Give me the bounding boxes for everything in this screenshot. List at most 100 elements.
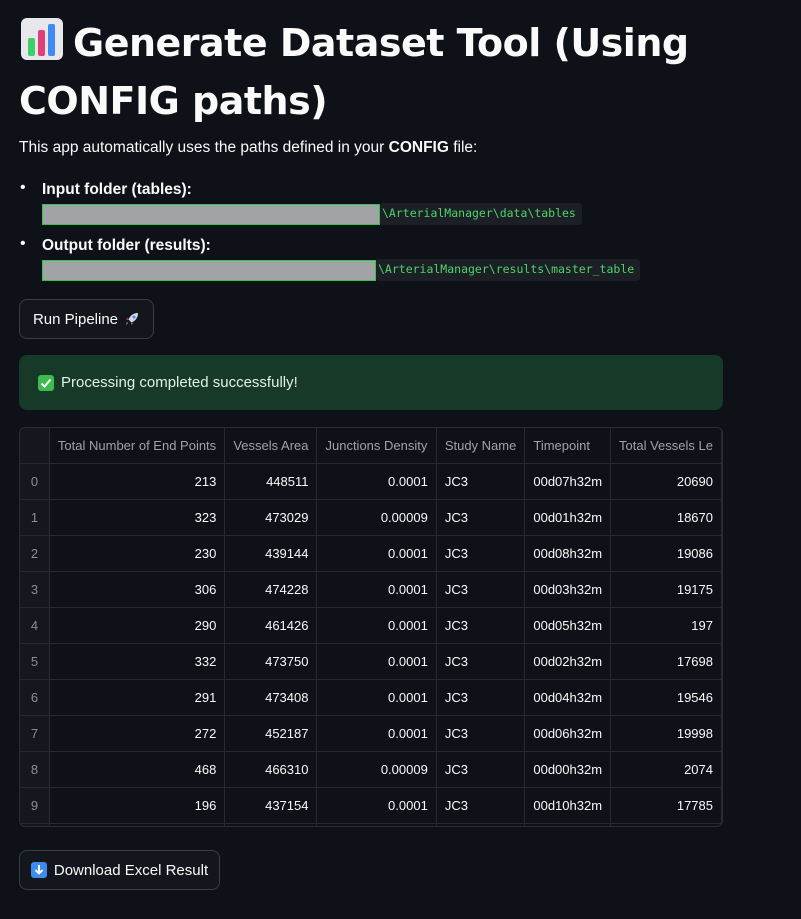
cell-end-points[interactable]: 468 bbox=[49, 751, 226, 788]
cell-vessels-area[interactable]: 473750 bbox=[224, 643, 318, 680]
cell-vessels-area[interactable]: 473408 bbox=[224, 679, 318, 716]
cell-total-vessels-length[interactable]: 19546 bbox=[610, 679, 722, 716]
row-index[interactable]: 7 bbox=[20, 715, 50, 752]
results-dataframe[interactable]: Total Number of End Points Vessels Area … bbox=[19, 427, 723, 827]
table-overflow-cell bbox=[524, 823, 612, 826]
cell-timepoint[interactable]: 00d07h32m bbox=[524, 463, 612, 500]
cell-junctions-density[interactable]: 0.0001 bbox=[316, 607, 437, 644]
cell-timepoint[interactable]: 00d02h32m bbox=[524, 643, 612, 680]
cell-timepoint[interactable]: 00d00h32m bbox=[524, 751, 612, 788]
cell-vessels-area[interactable]: 439144 bbox=[224, 535, 318, 572]
page-title-text: Generate Dataset Tool (Using CONFIG path… bbox=[19, 21, 689, 123]
cell-end-points[interactable]: 290 bbox=[49, 607, 226, 644]
column-header[interactable]: Study Name bbox=[436, 428, 526, 464]
run-pipeline-button[interactable]: Run Pipeline bbox=[19, 299, 154, 339]
row-index[interactable]: 3 bbox=[20, 571, 50, 608]
cell-total-vessels-length[interactable]: 18670 bbox=[610, 499, 722, 536]
table-header-row: Total Number of End Points Vessels Area … bbox=[20, 428, 722, 464]
column-header[interactable]: Vessels Area bbox=[224, 428, 318, 464]
intro-suffix: file: bbox=[448, 139, 478, 156]
row-index[interactable]: 9 bbox=[20, 787, 50, 824]
output-folder-path-text: \ArterialManager\results\master_table bbox=[376, 259, 641, 281]
cell-study-name[interactable]: JC3 bbox=[436, 571, 526, 608]
input-folder-path: \ArterialManager\data\tables bbox=[42, 203, 719, 225]
cell-end-points[interactable]: 291 bbox=[49, 679, 226, 716]
row-index[interactable]: 8 bbox=[20, 751, 50, 788]
table-row[interactable]: 8 468 466310 0.00009 JC3 00d00h32m 2074 bbox=[20, 751, 722, 788]
download-excel-label: Download Excel Result bbox=[53, 861, 209, 879]
cell-study-name[interactable]: JC3 bbox=[436, 499, 526, 536]
table-overflow-row bbox=[20, 823, 722, 826]
cell-junctions-density[interactable]: 0.0001 bbox=[316, 463, 437, 500]
cell-total-vessels-length[interactable]: 19998 bbox=[610, 715, 722, 752]
cell-junctions-density[interactable]: 0.0001 bbox=[316, 715, 437, 752]
table-overflow-cell bbox=[436, 823, 526, 826]
cell-junctions-density[interactable]: 0.00009 bbox=[316, 751, 437, 788]
success-message: Processing completed successfully! bbox=[61, 374, 298, 391]
cell-total-vessels-length[interactable]: 197 bbox=[610, 607, 722, 644]
row-index[interactable]: 0 bbox=[20, 463, 50, 500]
table-row[interactable]: 3 306 474228 0.0001 JC3 00d03h32m 19175 bbox=[20, 571, 722, 608]
cell-junctions-density[interactable]: 0.0001 bbox=[316, 571, 437, 608]
download-excel-button[interactable]: Download Excel Result bbox=[19, 850, 220, 890]
cell-end-points[interactable]: 213 bbox=[49, 463, 226, 500]
row-index[interactable]: 1 bbox=[20, 499, 50, 536]
cell-end-points[interactable]: 323 bbox=[49, 499, 226, 536]
column-header[interactable]: Junctions Density bbox=[316, 428, 437, 464]
cell-study-name[interactable]: JC3 bbox=[436, 715, 526, 752]
cell-vessels-area[interactable]: 473029 bbox=[224, 499, 318, 536]
cell-timepoint[interactable]: 00d08h32m bbox=[524, 535, 612, 572]
cell-end-points[interactable]: 230 bbox=[49, 535, 226, 572]
cell-study-name[interactable]: JC3 bbox=[436, 787, 526, 824]
cell-timepoint[interactable]: 00d04h32m bbox=[524, 679, 612, 716]
cell-total-vessels-length[interactable]: 2074 bbox=[610, 751, 722, 788]
table-row[interactable]: 0 213 448511 0.0001 JC3 00d07h32m 20690 bbox=[20, 463, 722, 500]
cell-junctions-density[interactable]: 0.0001 bbox=[316, 679, 437, 716]
cell-vessels-area[interactable]: 452187 bbox=[224, 715, 318, 752]
cell-vessels-area[interactable]: 461426 bbox=[224, 607, 318, 644]
table-row[interactable]: 4 290 461426 0.0001 JC3 00d05h32m 197 bbox=[20, 607, 722, 644]
cell-total-vessels-length[interactable]: 19086 bbox=[610, 535, 722, 572]
cell-timepoint[interactable]: 00d01h32m bbox=[524, 499, 612, 536]
cell-vessels-area[interactable]: 466310 bbox=[224, 751, 318, 788]
cell-vessels-area[interactable]: 448511 bbox=[224, 463, 318, 500]
cell-end-points[interactable]: 332 bbox=[49, 643, 226, 680]
row-index[interactable]: 4 bbox=[20, 607, 50, 644]
cell-timepoint[interactable]: 00d05h32m bbox=[524, 607, 612, 644]
cell-end-points[interactable]: 196 bbox=[49, 787, 226, 824]
cell-junctions-density[interactable]: 0.0001 bbox=[316, 643, 437, 680]
intro-text: This app automatically uses the paths de… bbox=[19, 139, 477, 157]
table-row[interactable]: 7 272 452187 0.0001 JC3 00d06h32m 19998 bbox=[20, 715, 722, 752]
table-row[interactable]: 5 332 473750 0.0001 JC3 00d02h32m 17698 bbox=[20, 643, 722, 680]
cell-timepoint[interactable]: 00d10h32m bbox=[524, 787, 612, 824]
cell-timepoint[interactable]: 00d03h32m bbox=[524, 571, 612, 608]
cell-end-points[interactable]: 272 bbox=[49, 715, 226, 752]
cell-study-name[interactable]: JC3 bbox=[436, 643, 526, 680]
cell-study-name[interactable]: JC3 bbox=[436, 535, 526, 572]
table-row[interactable]: 6 291 473408 0.0001 JC3 00d04h32m 19546 bbox=[20, 679, 722, 716]
row-index[interactable]: 5 bbox=[20, 643, 50, 680]
cell-study-name[interactable]: JC3 bbox=[436, 463, 526, 500]
cell-total-vessels-length[interactable]: 19175 bbox=[610, 571, 722, 608]
table-row[interactable]: 2 230 439144 0.0001 JC3 00d08h32m 19086 bbox=[20, 535, 722, 572]
column-header[interactable]: Timepoint bbox=[524, 428, 612, 464]
column-header[interactable]: Total Number of End Points bbox=[49, 428, 226, 464]
row-index[interactable]: 6 bbox=[20, 679, 50, 716]
cell-study-name[interactable]: JC3 bbox=[436, 607, 526, 644]
table-row[interactable]: 1 323 473029 0.00009 JC3 00d01h32m 18670 bbox=[20, 499, 722, 536]
cell-junctions-density[interactable]: 0.00009 bbox=[316, 499, 437, 536]
cell-total-vessels-length[interactable]: 20690 bbox=[610, 463, 722, 500]
column-header[interactable]: Total Vessels Le bbox=[610, 428, 722, 464]
cell-vessels-area[interactable]: 474228 bbox=[224, 571, 318, 608]
cell-end-points[interactable]: 306 bbox=[49, 571, 226, 608]
cell-timepoint[interactable]: 00d06h32m bbox=[524, 715, 612, 752]
table-row[interactable]: 9 196 437154 0.0001 JC3 00d10h32m 17785 bbox=[20, 787, 722, 824]
cell-study-name[interactable]: JC3 bbox=[436, 679, 526, 716]
cell-junctions-density[interactable]: 0.0001 bbox=[316, 535, 437, 572]
row-index[interactable]: 2 bbox=[20, 535, 50, 572]
cell-total-vessels-length[interactable]: 17785 bbox=[610, 787, 722, 824]
cell-junctions-density[interactable]: 0.0001 bbox=[316, 787, 437, 824]
cell-vessels-area[interactable]: 437154 bbox=[224, 787, 318, 824]
cell-study-name[interactable]: JC3 bbox=[436, 751, 526, 788]
cell-total-vessels-length[interactable]: 17698 bbox=[610, 643, 722, 680]
